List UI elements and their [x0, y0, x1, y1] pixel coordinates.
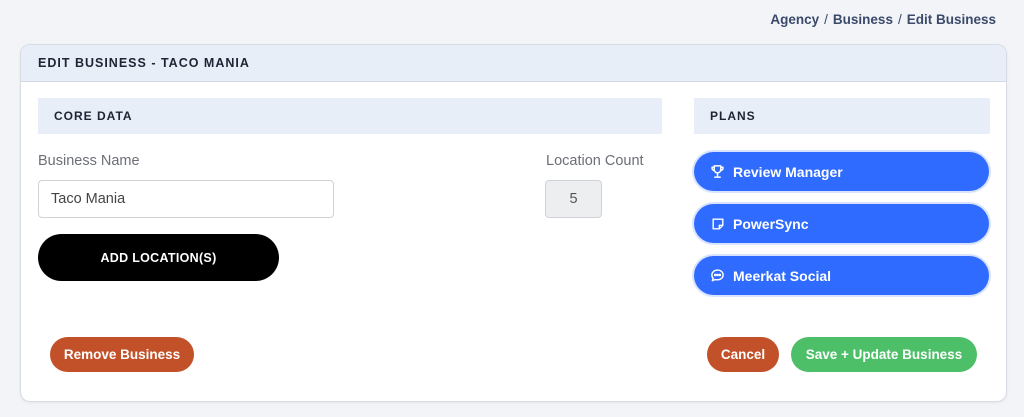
breadcrumb-current: Edit Business: [906, 12, 996, 27]
trophy-icon: [710, 164, 725, 179]
business-name-input[interactable]: [38, 180, 334, 218]
remove-business-button[interactable]: Remove Business: [50, 337, 194, 372]
note-icon: [710, 216, 725, 231]
add-location-button[interactable]: ADD LOCATION(S): [38, 234, 279, 281]
breadcrumb: Agency / Business / Edit Business: [770, 12, 996, 27]
core-data-header: CORE DATA: [38, 98, 662, 134]
breadcrumb-separator: /: [897, 12, 902, 27]
plan-powersync-button[interactable]: PowerSync: [694, 204, 989, 243]
breadcrumb-agency[interactable]: Agency: [770, 12, 819, 27]
business-name-label: Business Name: [38, 153, 140, 169]
cancel-button[interactable]: Cancel: [707, 337, 779, 372]
location-count-label: Location Count: [546, 153, 644, 169]
plan-label: Meerkat Social: [733, 267, 832, 284]
plan-label: PowerSync: [733, 215, 809, 232]
breadcrumb-business[interactable]: Business: [833, 12, 893, 27]
plan-review-manager-button[interactable]: Review Manager: [694, 152, 989, 191]
plans-header: PLANS: [694, 98, 990, 134]
breadcrumb-separator: /: [824, 12, 828, 27]
chat-icon: [710, 268, 725, 283]
edit-business-card: EDIT BUSINESS - TACO MANIA CORE DATA PLA…: [20, 44, 1007, 402]
plan-label: Review Manager: [733, 163, 843, 180]
card-title: EDIT BUSINESS - TACO MANIA: [21, 45, 1006, 82]
plan-meerkat-social-button[interactable]: Meerkat Social: [694, 256, 989, 295]
save-update-business-button[interactable]: Save + Update Business: [791, 337, 977, 372]
location-count-field: [545, 180, 602, 218]
